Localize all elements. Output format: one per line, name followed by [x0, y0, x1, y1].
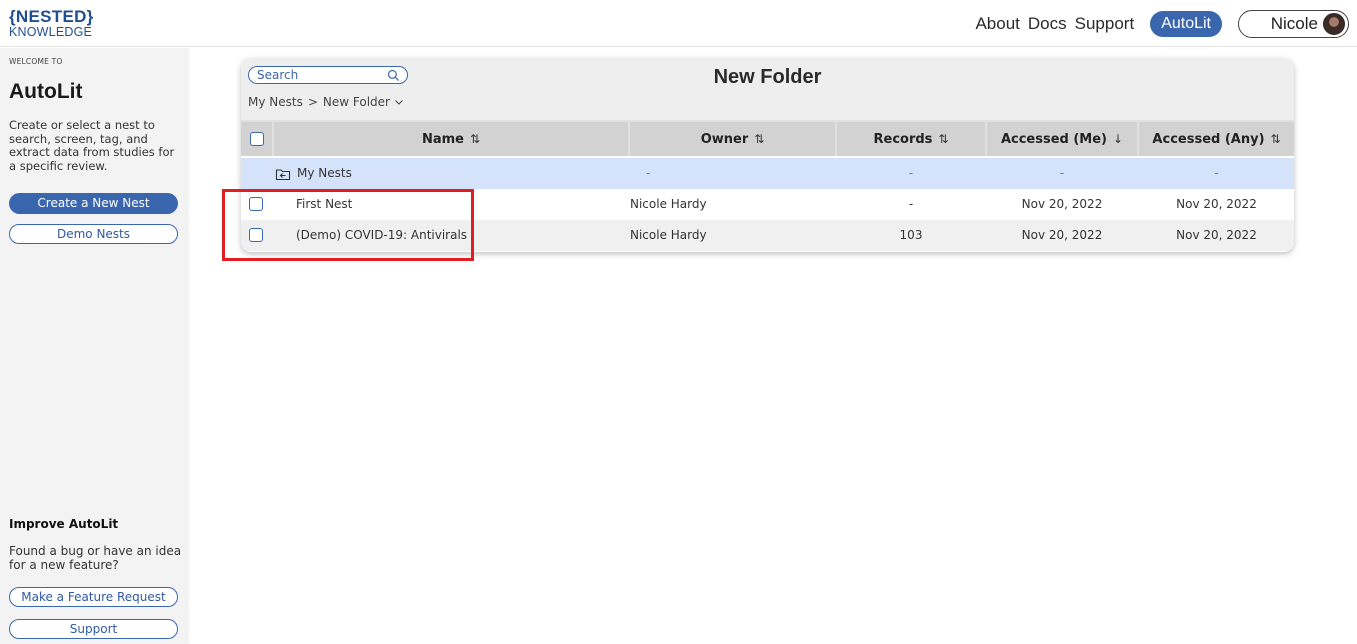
parent-accessed-any: - [1214, 166, 1219, 180]
sidebar: WELCOME TO AutoLit Create or select a ne… [0, 48, 189, 644]
nav-links: About Docs Support AutoLit Nicole [975, 9, 1357, 39]
row-checkbox-cell [249, 228, 263, 242]
select-all-cell [241, 122, 272, 156]
improve-description: Found a bug or have an idea for a new fe… [9, 544, 182, 572]
nest-name[interactable]: First Nest [296, 189, 352, 220]
sidebar-title: AutoLit [9, 80, 83, 103]
nest-accessed-me: Nov 20, 2022 [1021, 197, 1103, 211]
chevron-down-icon[interactable] [394, 97, 404, 107]
logo-bottom-text: KNOWLEDGE [9, 25, 93, 39]
nest-name[interactable]: (Demo) COVID-19: Antivirals [296, 220, 467, 251]
row-checkbox[interactable] [249, 197, 263, 211]
nest-accessed-any: Nov 20, 2022 [1176, 228, 1257, 242]
select-all-checkbox[interactable] [249, 132, 264, 146]
column-owner-header[interactable]: Owner ⇅ [630, 122, 835, 156]
row-checkbox[interactable] [249, 228, 263, 242]
nest-table-panel: Search New Folder My Nests > New Folder … [241, 58, 1294, 252]
nest-accessed-any: Nov 20, 2022 [1176, 197, 1257, 211]
sort-icon: ⇅ [754, 132, 765, 146]
table-header: Name ⇅ Owner ⇅ Records ⇅ Accessed (Me) ↓… [241, 120, 1294, 156]
feature-request-button[interactable]: Make a Feature Request [9, 587, 178, 607]
parent-accessed-me: - [1059, 166, 1065, 180]
parent-folder-row[interactable]: My Nests - - - - [241, 158, 1294, 189]
sort-icon: ⇅ [469, 132, 481, 146]
column-owner-label: Owner [700, 131, 749, 147]
breadcrumb-new-folder[interactable]: New Folder [323, 95, 390, 109]
column-accessed-any-label: Accessed (Any) [1152, 131, 1265, 147]
nested-knowledge-logo[interactable]: {NESTED} KNOWLEDGE [9, 8, 94, 39]
column-accessed-me-header[interactable]: Accessed (Me) ↓ [987, 122, 1137, 156]
folder-title: New Folder [713, 66, 822, 88]
sort-icon: ⇅ [938, 132, 949, 146]
column-records-header[interactable]: Records ⇅ [837, 122, 985, 156]
folder-back-icon [275, 168, 291, 180]
search-placeholder: Search [257, 68, 299, 82]
nest-accessed-me: Nov 20, 2022 [1021, 228, 1103, 242]
logo-top-text: {NESTED} [9, 7, 94, 26]
user-name: Nicole [1270, 14, 1318, 33]
nav-support-link[interactable]: Support [1075, 14, 1135, 34]
nest-owner: Nicole Hardy [630, 197, 707, 211]
nest-owner: Nicole Hardy [630, 228, 707, 242]
sort-icon: ⇅ [1270, 132, 1281, 146]
column-accessed-me-label: Accessed (Me) [1000, 131, 1107, 147]
nest-records: 103 [899, 228, 923, 242]
demo-nests-button[interactable]: Demo Nests [9, 224, 178, 244]
sort-down-icon: ↓ [1113, 132, 1124, 146]
column-records-label: Records [873, 131, 933, 147]
breadcrumb-my-nests[interactable]: My Nests [248, 95, 303, 109]
table-row[interactable]: (Demo) COVID-19: Antivirals Nicole Hardy… [241, 220, 1294, 251]
improve-title: Improve AutoLit [9, 517, 119, 531]
search-icon [387, 69, 400, 82]
parent-folder-name-cell: My Nests [275, 158, 352, 189]
create-new-nest-button[interactable]: Create a New Nest [9, 193, 178, 214]
nav-docs-link[interactable]: Docs [1028, 14, 1067, 34]
sidebar-description: Create or select a nest to search, scree… [9, 118, 175, 173]
nest-records: - [908, 197, 914, 211]
parent-owner: - [646, 166, 651, 180]
nav-autolit-button[interactable]: AutoLit [1150, 11, 1222, 37]
top-nav-bar: {NESTED} KNOWLEDGE About Docs Support Au… [0, 0, 1357, 47]
column-name-header[interactable]: Name ⇅ [274, 122, 628, 156]
row-checkbox-cell [249, 197, 263, 211]
parent-records: - [908, 166, 914, 180]
user-menu-button[interactable]: Nicole [1238, 10, 1349, 38]
breadcrumb-separator: > [307, 95, 318, 109]
search-input[interactable]: Search [248, 66, 408, 84]
column-name-label: Name [421, 131, 464, 147]
table-row[interactable]: First Nest Nicole Hardy - Nov 20, 2022 N… [241, 189, 1294, 220]
nav-about-link[interactable]: About [975, 14, 1019, 34]
support-button[interactable]: Support [9, 619, 178, 639]
panel-header: Search New Folder My Nests > New Folder [241, 58, 1294, 120]
column-accessed-any-header[interactable]: Accessed (Any) ⇅ [1139, 122, 1294, 156]
welcome-label: WELCOME TO [9, 57, 63, 66]
avatar [1323, 13, 1345, 35]
breadcrumb: My Nests > New Folder [248, 95, 404, 109]
parent-folder-name: My Nests [297, 166, 352, 180]
